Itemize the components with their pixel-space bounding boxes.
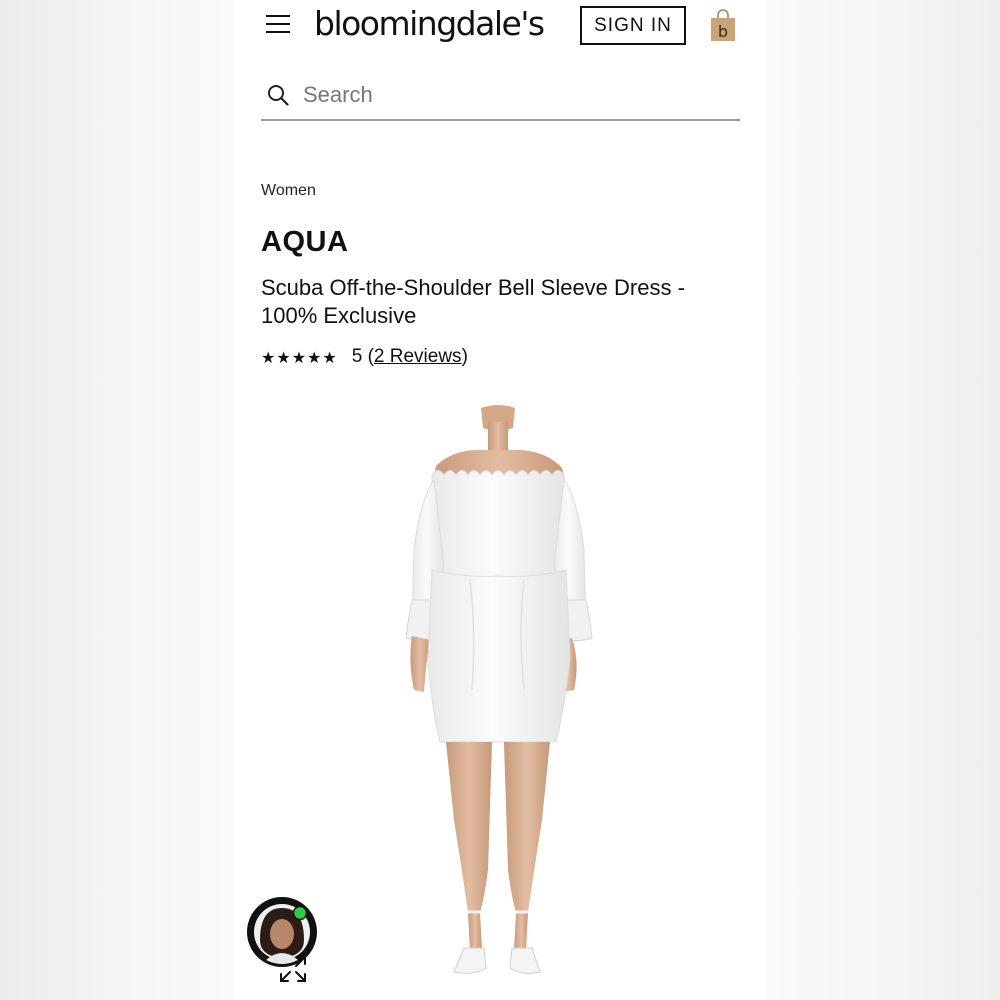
search-icon[interactable] xyxy=(267,84,289,106)
product-title: Scuba Off-the-Shoulder Bell Sleeve Dress… xyxy=(261,275,685,328)
shopping-bag-icon[interactable]: b xyxy=(710,8,736,42)
hamburger-menu-icon[interactable] xyxy=(266,14,290,34)
site-logo[interactable]: bloomingdale's xyxy=(314,4,545,44)
star-rating-icon: ★★★★★ xyxy=(261,347,338,367)
search-bar xyxy=(261,72,740,121)
background-left xyxy=(0,0,234,1000)
rating-value: 5 ( xyxy=(351,346,374,367)
mobile-page: bloomingdale's SIGN IN b Women AQUA Scub… xyxy=(234,0,766,1000)
site-header: bloomingdale's SIGN IN b xyxy=(234,0,766,50)
product-rating: ★★★★★ 5 ( 2 Reviews ) xyxy=(261,345,468,369)
bag-letter: b xyxy=(718,22,728,41)
product-brand[interactable]: AQUA xyxy=(261,226,348,259)
expand-arrows-icon[interactable] xyxy=(276,954,310,984)
search-input[interactable] xyxy=(303,78,723,112)
breadcrumb-women[interactable]: Women xyxy=(261,182,316,200)
rating-close-paren: ) xyxy=(461,346,468,367)
reviews-link[interactable]: 2 Reviews xyxy=(374,346,462,368)
background-right xyxy=(766,0,1000,1000)
product-image[interactable] xyxy=(384,400,644,1000)
sign-in-button[interactable]: SIGN IN xyxy=(580,6,686,45)
